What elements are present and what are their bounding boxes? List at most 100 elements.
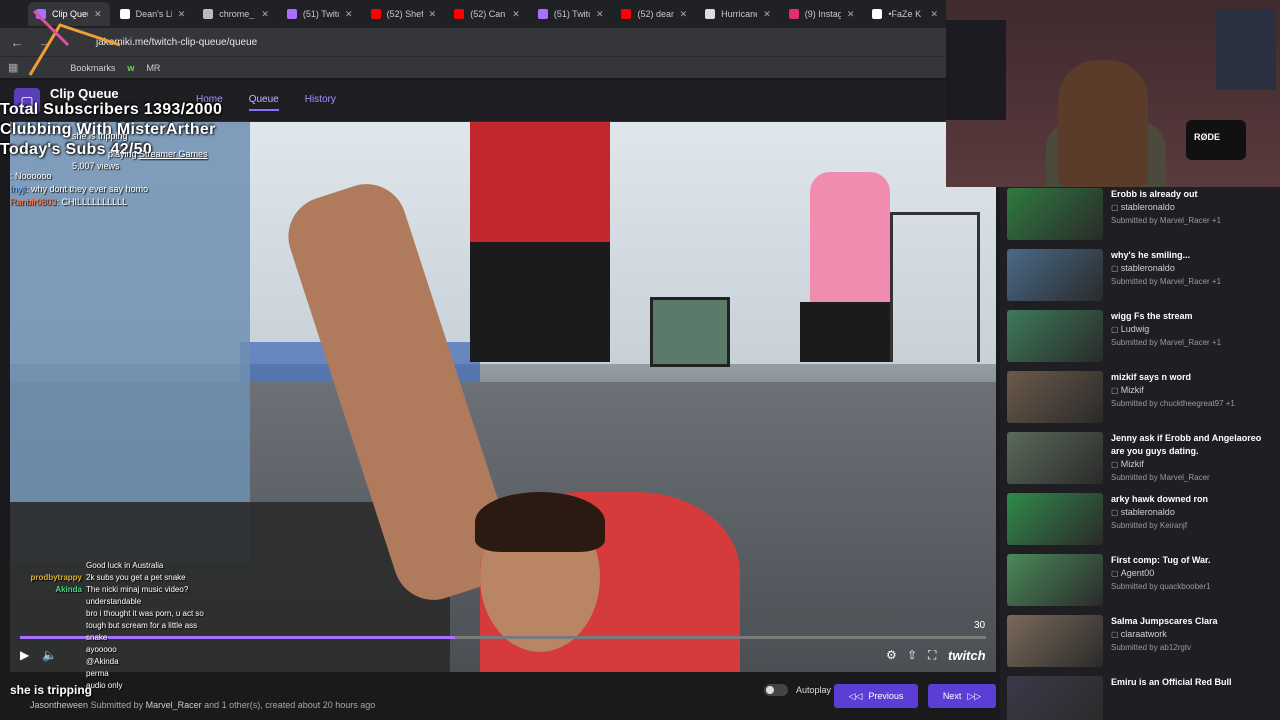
bookmarks-bar: ▦ Bookmarks w MR	[0, 56, 946, 78]
chat-username	[4, 596, 82, 608]
chat-line: Akinda The nicki minaj music video?	[4, 584, 224, 596]
browser-tab[interactable]: (52) Sheff ✕	[363, 2, 445, 26]
tab-close-icon[interactable]: ✕	[931, 9, 939, 20]
browser-tab[interactable]: (51) Twitch ✕	[279, 2, 361, 26]
queue-item[interactable]: mizkif says n word Mizkif Submitted by chu…	[1007, 371, 1277, 427]
browser-tab[interactable]: •FaZe K ✕	[864, 2, 946, 26]
queue-item[interactable]: wigg Fs the stream Ludwig Submitted by Mar…	[1007, 310, 1277, 366]
queue-item-info: Jenny ask if Erobb and Angelaoreo are yo…	[1111, 432, 1277, 488]
queue-item[interactable]: Jenny ask if Erobb and Angelaoreo are yo…	[1007, 432, 1277, 488]
clip-category-link[interactable]: Streamer Games	[139, 149, 208, 159]
chat-line: Good luck in Australia	[4, 560, 224, 572]
chat-username	[4, 560, 82, 572]
queue-thumbnail[interactable]	[1007, 493, 1103, 545]
chat-username	[4, 608, 82, 644]
webcam-window	[1216, 10, 1276, 90]
queue-item[interactable]: Emiru is an Official Red Bull	[1007, 676, 1277, 720]
queue-item-info: Erobb is already out stableronaldo Submitt…	[1111, 188, 1221, 244]
tab-favicon-icon	[286, 9, 297, 19]
queue-thumbnail[interactable]	[1007, 432, 1103, 484]
tab-title: (52) deans	[637, 9, 674, 19]
queue-item-channel: stableronaldo	[1111, 262, 1221, 275]
tab-close-icon[interactable]: ✕	[512, 9, 520, 20]
tab-title: (9) Instagr	[804, 9, 841, 19]
chat-username	[4, 656, 82, 668]
video-frame-shorts	[470, 242, 610, 362]
queue-item-channel: stableronaldo	[1111, 201, 1221, 214]
tab-close-icon[interactable]: ✕	[429, 9, 437, 20]
tab-close-icon[interactable]: ✕	[680, 9, 688, 20]
queue-item[interactable]: arky hawk downed ron stableronaldo Submitt…	[1007, 493, 1277, 549]
chat-line: Ranbir0803: CHILLLLLLLLLL	[10, 196, 148, 209]
tab-title: chrome_M	[219, 9, 255, 19]
nav-history[interactable]: History	[305, 94, 336, 111]
queue-item-submitter: Submitted by Marvel_Racer	[1111, 473, 1210, 482]
chat-message: The nicki minaj music video?	[86, 585, 189, 594]
tab-close-icon[interactable]: ✕	[763, 9, 771, 20]
queue-item-title: Emiru is an Official Red Bull	[1111, 677, 1232, 687]
tab-title: (52) Sheff	[386, 9, 423, 19]
queue-item[interactable]: First comp: Tug of War. Agent00 Submitted …	[1007, 554, 1277, 610]
browser-tab[interactable]: (51) Twitch ✕	[530, 2, 612, 26]
chat-message: ayooooo	[86, 645, 117, 654]
queue-thumbnail[interactable]	[1007, 188, 1103, 240]
queue-thumbnail[interactable]	[1007, 249, 1103, 301]
tab-close-icon[interactable]: ✕	[261, 9, 269, 20]
autoplay-control[interactable]: Autoplay	[764, 684, 831, 696]
tab-close-icon[interactable]: ✕	[178, 9, 186, 20]
chat-message: : Noooooo	[10, 171, 52, 181]
clip-meta: she is tripping playing Streamer Games 5…	[72, 130, 208, 172]
apps-grid-icon[interactable]: ▦	[8, 61, 18, 74]
queue-thumbnail[interactable]	[1007, 615, 1103, 667]
bookmark-item[interactable]: MR	[146, 63, 160, 73]
tab-title: Dean's Lis	[135, 9, 172, 19]
next-button[interactable]: Next ▷▷	[928, 684, 996, 708]
chat-username	[4, 644, 82, 656]
tab-close-icon[interactable]: ✕	[596, 9, 604, 20]
queue-thumbnail[interactable]	[1007, 310, 1103, 362]
queue-item[interactable]: Salma Jumpscares Clara claraatwork Submitt…	[1007, 615, 1277, 671]
share-icon[interactable]: ⇧	[907, 648, 917, 662]
tab-close-icon[interactable]: ✕	[345, 9, 353, 20]
queue-item-info: mizkif says n word Mizkif Submitted by chu…	[1111, 371, 1235, 427]
tab-title: (51) Twitch	[302, 9, 339, 19]
next-icon: ▷▷	[967, 690, 982, 701]
tab-title: (51) Twitch	[553, 9, 590, 19]
chat-message: Good luck in Australia	[86, 561, 164, 570]
chat-username: prodbytrappy	[30, 573, 82, 582]
video-frame-person-right	[810, 172, 890, 312]
queue-item[interactable]: why's he smiling... stableronaldo Submitte…	[1007, 249, 1277, 305]
previous-button[interactable]: ◁◁ Previous	[834, 684, 918, 708]
queue-item-submitter: Submitted by Marvel_Racer +1	[1111, 277, 1222, 286]
browser-tab[interactable]: (9) Instagr ✕	[781, 2, 863, 26]
queue-item-channel: Mizkif	[1111, 384, 1235, 397]
queue-item-title: arky hawk downed ron	[1111, 494, 1209, 504]
chat-message: understandable	[86, 597, 142, 606]
submitter-prefix-user: Jasontheween	[30, 700, 89, 710]
queue-item-info: wigg Fs the stream Ludwig Submitted by Mar…	[1111, 310, 1221, 366]
browser-tab[interactable]: (52) Can y ✕	[446, 2, 528, 26]
tab-favicon-icon	[537, 9, 548, 19]
previous-label: Previous	[868, 691, 904, 701]
queue-thumbnail[interactable]	[1007, 554, 1103, 606]
chat-line: understandable	[4, 596, 224, 608]
browser-tab[interactable]: (52) deans ✕	[613, 2, 695, 26]
queue-item-channel: stableronaldo	[1111, 506, 1208, 519]
twitch-logo[interactable]: twitch	[948, 648, 986, 663]
tab-title: Hurricane	[721, 9, 758, 19]
queue-thumbnail[interactable]	[1007, 371, 1103, 423]
queue-item[interactable]: Erobb is already out stableronaldo Submitt…	[1007, 188, 1277, 244]
browser-tab[interactable]: Hurricane ✕	[697, 2, 779, 26]
tab-close-icon[interactable]: ✕	[847, 9, 855, 20]
webcam-streamer	[1058, 60, 1148, 187]
submitter-name[interactable]: Marvel_Racer	[146, 700, 202, 710]
queue-thumbnail[interactable]	[1007, 676, 1103, 720]
video-frame-screen	[650, 297, 730, 367]
queue-item-title: Salma Jumpscares Clara	[1111, 616, 1218, 626]
nav-queue[interactable]: Queue	[248, 94, 279, 111]
settings-icon[interactable]: ⚙	[886, 648, 897, 662]
fullscreen-icon[interactable]: ⛶	[928, 648, 936, 663]
tab-favicon-icon	[872, 9, 883, 19]
browser-tab[interactable]: chrome_M ✕	[195, 2, 277, 26]
autoplay-toggle[interactable]	[764, 684, 788, 696]
